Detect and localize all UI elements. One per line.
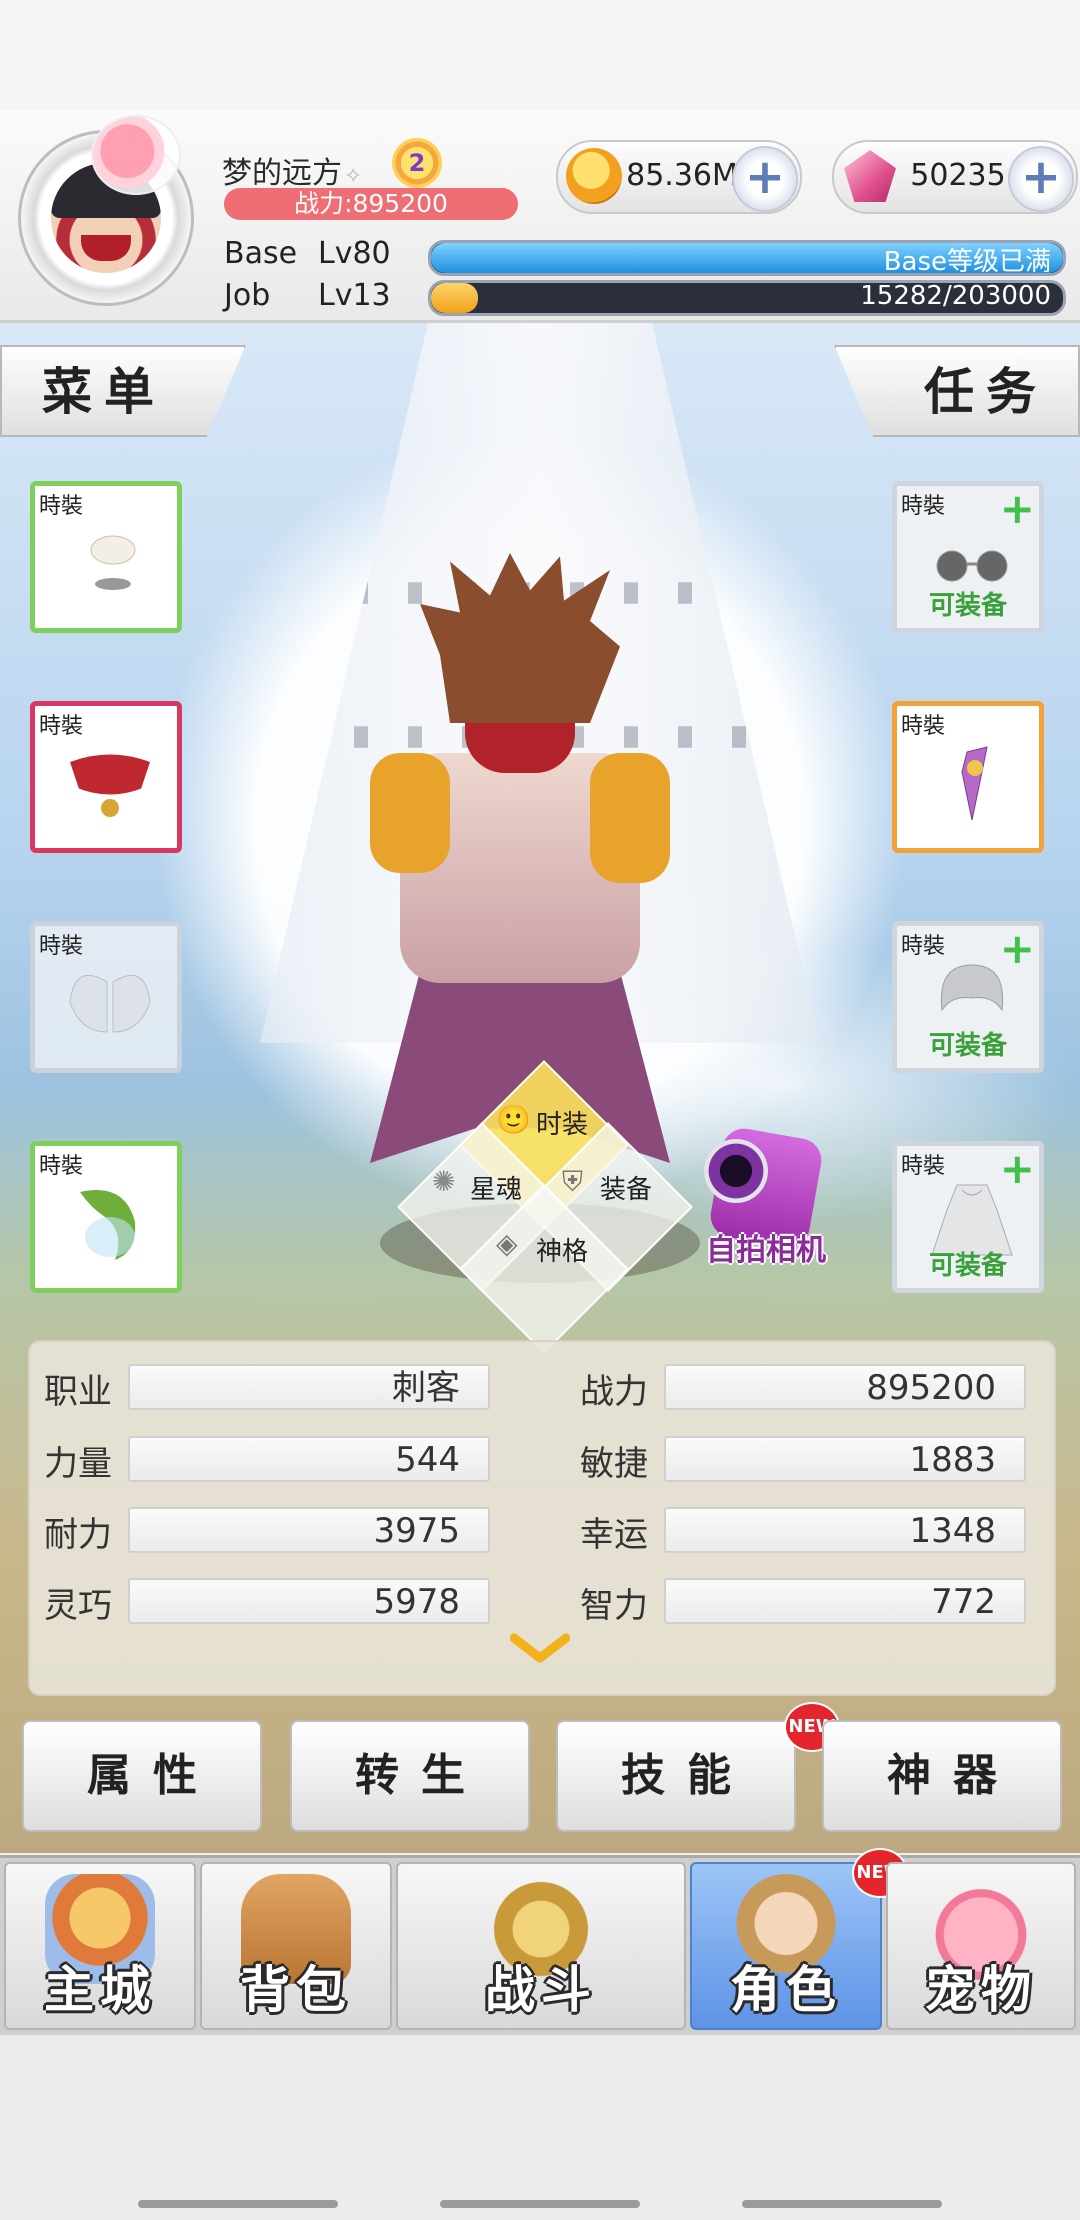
player-character-model[interactable] bbox=[360, 553, 680, 1173]
nav-bag[interactable]: 背包 bbox=[200, 1862, 392, 2030]
pet-avatar-icon bbox=[91, 115, 181, 195]
gesture-bar bbox=[742, 2200, 942, 2208]
add-gold-button[interactable]: + bbox=[732, 146, 798, 212]
fashion-slot-back[interactable]: 時裝 bbox=[30, 921, 182, 1073]
star-soul-icon: ✺ bbox=[432, 1165, 456, 1198]
wings-icon bbox=[69, 974, 151, 1033]
player-name: 梦的远方✧ bbox=[222, 156, 363, 191]
rebirth-button[interactable]: 转生 bbox=[290, 1720, 530, 1832]
stat-dex-value: 5978 bbox=[128, 1578, 490, 1624]
job-exp-bar: 15282/203000 bbox=[428, 280, 1066, 316]
gem-icon bbox=[844, 150, 896, 202]
gesture-bar bbox=[138, 2200, 338, 2208]
job-exp-fill bbox=[431, 283, 479, 313]
stat-vit-value: 3975 bbox=[128, 1507, 490, 1553]
bottom-nav: 主城 背包 战斗 角色 NEW 宠物 bbox=[0, 1848, 1080, 2038]
nav-pet[interactable]: 宠物 bbox=[886, 1862, 1076, 2030]
job-level-label: Job bbox=[224, 278, 271, 313]
quest-button[interactable]: 任务 bbox=[834, 345, 1080, 437]
gem-amount: 50235 bbox=[910, 158, 1006, 193]
selfie-camera-button[interactable]: 自拍相机 bbox=[696, 1125, 826, 1268]
scarf-bell-icon bbox=[70, 754, 150, 817]
artifact-button[interactable]: 神器 bbox=[822, 1720, 1062, 1832]
divinity-icon: ◈ bbox=[496, 1227, 518, 1260]
nav-character[interactable]: 角色 bbox=[690, 1862, 882, 2030]
base-level-label: Base bbox=[224, 236, 298, 271]
fashion-icon: 🙂 bbox=[496, 1103, 531, 1136]
fashion-slot-outfit[interactable]: 時裝 + 可装备 bbox=[892, 1141, 1044, 1293]
gold-coin-icon bbox=[566, 148, 622, 204]
stat-str-value: 544 bbox=[128, 1436, 490, 1482]
stat-luk-value: 1348 bbox=[664, 1507, 1026, 1553]
stat-agi-value: 1883 bbox=[664, 1436, 1026, 1482]
armor-icon: ⛨ bbox=[562, 1165, 584, 1198]
nav-city[interactable]: 主城 bbox=[4, 1862, 196, 2030]
menu-button[interactable]: 菜单 bbox=[0, 345, 246, 437]
fashion-slot-glasses[interactable]: 時裝 + 可装备 bbox=[892, 481, 1044, 633]
fashion-slot-head[interactable]: 時裝 bbox=[30, 481, 182, 633]
gold-amount: 85.36M bbox=[626, 158, 738, 193]
base-exp-bar: Base等级已满 bbox=[428, 240, 1066, 276]
stat-int-value: 772 bbox=[664, 1578, 1026, 1624]
bottom-blank bbox=[0, 2035, 1080, 2220]
base-exp-text: Base等级已满 bbox=[883, 247, 1051, 276]
combat-power-bar: 战力:895200 bbox=[224, 188, 518, 220]
skills-button[interactable]: 技能 bbox=[556, 1720, 796, 1832]
player-avatar[interactable] bbox=[18, 115, 194, 306]
expand-chevron-icon[interactable] bbox=[510, 1632, 570, 1666]
crystal-weapon-icon bbox=[961, 746, 988, 821]
player-header: 梦的远方✧ 2 战力:895200 85.36M + 50235 + Base … bbox=[0, 110, 1080, 323]
attributes-button[interactable]: 属性 bbox=[22, 1720, 262, 1832]
feather-accessory-icon bbox=[90, 535, 136, 590]
fashion-slot-weapon[interactable]: 時裝 bbox=[892, 701, 1044, 853]
vip-badge: 2 bbox=[392, 138, 442, 188]
stat-power-value: 895200 bbox=[664, 1364, 1026, 1410]
base-level-value: Lv80 bbox=[318, 236, 391, 271]
job-exp-text: 15282/203000 bbox=[860, 281, 1051, 311]
stat-job-value: 刺客 bbox=[128, 1364, 490, 1410]
stats-panel: 职业 刺客 战力 895200 力量 544 敏捷 1883 耐力 3975 幸… bbox=[28, 1340, 1056, 1696]
fashion-slot-tail[interactable]: 時裝 bbox=[30, 1141, 182, 1293]
tail-icon bbox=[80, 1190, 136, 1260]
fashion-slot-face[interactable]: 時裝 bbox=[30, 701, 182, 853]
fashion-slot-hair[interactable]: 時裝 + 可装备 bbox=[892, 921, 1044, 1073]
camera-icon bbox=[704, 1139, 768, 1203]
gem-currency: 50235 + bbox=[832, 140, 1078, 214]
gold-currency: 85.36M + bbox=[556, 140, 802, 214]
add-gem-button[interactable]: + bbox=[1008, 146, 1074, 212]
gesture-bar bbox=[440, 2200, 640, 2208]
sparkle-icon: ✧ bbox=[344, 164, 363, 189]
status-bar-area bbox=[0, 0, 1080, 110]
nav-battle[interactable]: 战斗 bbox=[396, 1862, 686, 2030]
job-level-value: Lv13 bbox=[318, 278, 391, 313]
